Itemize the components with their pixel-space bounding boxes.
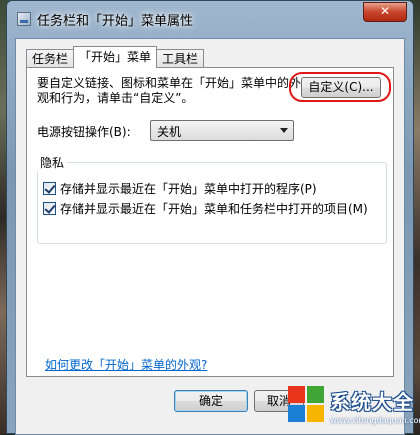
- recent-items-checkbox[interactable]: [43, 202, 56, 215]
- privacy-group-caption: 隐私: [37, 154, 68, 171]
- watermark-text: 系统大全: [330, 390, 414, 414]
- watermark-url: www.xitongdaquan.com: [330, 416, 420, 425]
- tab-taskbar[interactable]: 任务栏: [26, 49, 75, 68]
- ok-button[interactable]: 确定: [174, 390, 248, 412]
- chevron-down-icon: [280, 128, 288, 133]
- power-select-value: 关机: [157, 125, 182, 139]
- start-menu-help-link[interactable]: 如何更改「开始」菜单的外观?: [45, 356, 207, 373]
- power-button-action-select[interactable]: 关机: [150, 120, 294, 141]
- window-title: 任务栏和「开始」菜单属性: [37, 14, 194, 29]
- properties-dialog: 任务栏和「开始」菜单属性 ✕ 任务栏 「开始」菜单 工具栏 要自定义链接、图标和…: [6, 0, 414, 435]
- close-button[interactable]: ✕: [363, 2, 407, 22]
- power-button-label: 电源按钮操作(B):: [37, 125, 131, 139]
- recent-programs-label: 存储并显示最近在「开始」菜单中打开的程序(P): [60, 182, 317, 196]
- title-bar[interactable]: 任务栏和「开始」菜单属性 ✕: [7, 1, 413, 37]
- windows-logo-icon: [288, 386, 324, 422]
- site-watermark-logo: 系统大全 www.xitongdaquan.com: [284, 382, 420, 434]
- customize-button[interactable]: 自定义(C)...: [301, 77, 381, 98]
- dialog-client-area: 任务栏 「开始」菜单 工具栏 要自定义链接、图标和菜单在「开始」菜单中的外观和行…: [15, 38, 405, 435]
- tab-toolbars[interactable]: 工具栏: [156, 49, 205, 68]
- recent-items-label: 存储并显示最近在「开始」菜单和任务栏中打开的项目(M): [60, 202, 368, 216]
- taskbar-properties-icon: [17, 12, 31, 26]
- recent-programs-checkbox[interactable]: [43, 182, 56, 195]
- start-menu-description: 要自定义链接、图标和菜单在「开始」菜单中的外观和行为，请单击“自定义”。: [37, 76, 302, 105]
- recent-programs-option[interactable]: 存储并显示最近在「开始」菜单中打开的程序(P): [43, 180, 317, 197]
- tab-strip: 任务栏 「开始」菜单 工具栏: [26, 46, 205, 68]
- start-menu-panel: 要自定义链接、图标和菜单在「开始」菜单中的外观和行为，请单击“自定义”。 自定义…: [26, 67, 394, 377]
- tab-start-menu[interactable]: 「开始」菜单: [73, 46, 158, 68]
- recent-items-option[interactable]: 存储并显示最近在「开始」菜单和任务栏中打开的项目(M): [43, 200, 368, 217]
